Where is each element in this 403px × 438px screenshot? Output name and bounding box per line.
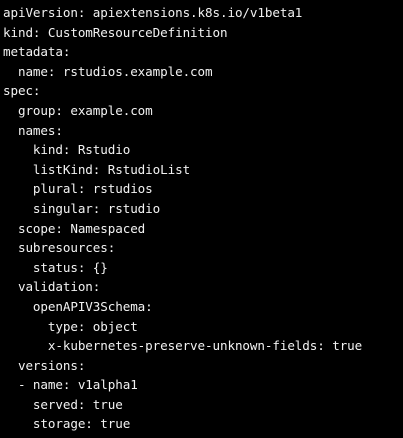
terminal-window: apiVersion: apiextensions.k8s.io/v1beta1… [0,0,403,438]
code-line: subresources: [3,240,116,256]
code-line: apiVersion: apiextensions.k8s.io/v1beta1 [3,5,303,20]
code-line: kind: CustomResourceDefinition [3,24,228,40]
code-line: kind: Rstudio [3,142,131,158]
code-line: storage: true [3,416,131,432]
code-line: names: [3,122,63,138]
code-line: metadata: [3,44,71,60]
code-line: x-kubernetes-preserve-unknown-fields: tr… [3,338,363,354]
code-line: listKind: RstudioList [3,161,191,177]
code-line: spec: [3,83,41,99]
code-line: - name: v1alpha1 [3,377,138,393]
code-line: versions: [3,357,86,373]
code-line: served: true [3,396,123,412]
code-line: singular: rstudio [3,200,161,216]
code-line: type: object [3,318,138,334]
code-line: scope: Namespaced [3,220,146,236]
code-line: status: {} [3,259,108,275]
code-line: group: example.com [3,102,153,118]
code-line: openAPIV3Schema: [3,298,153,314]
code-line: name: rstudios.example.com [3,63,213,79]
code-line: validation: [3,279,101,295]
code-line: plural: rstudios [3,181,153,197]
